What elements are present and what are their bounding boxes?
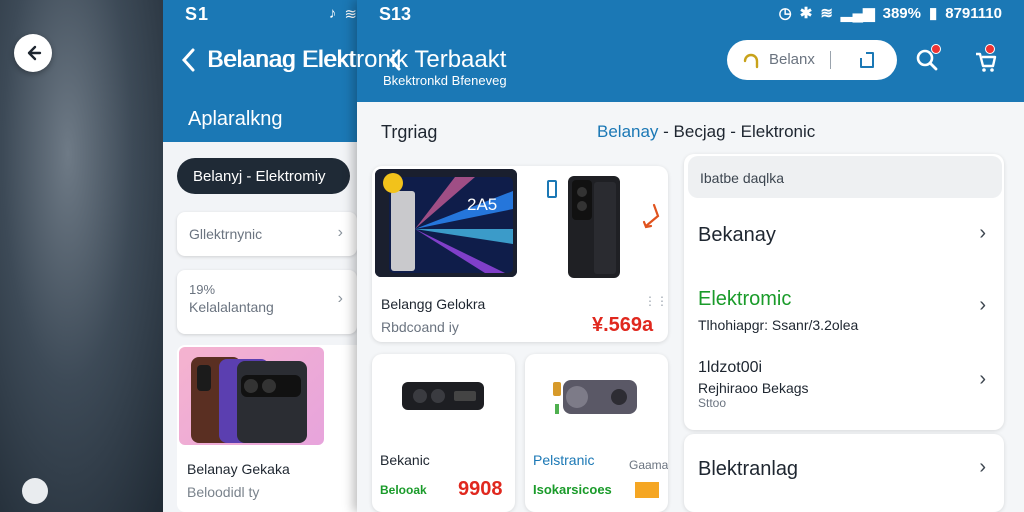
product-sub: Belooak bbox=[380, 483, 427, 497]
status-time: S13 bbox=[379, 4, 412, 24]
search-input[interactable]: Belanx bbox=[727, 40, 897, 80]
search-icon[interactable] bbox=[913, 44, 941, 74]
back-screen: S1 ♪ ≋ Belanag Elektronik Terbaakt Aplar… bbox=[163, 0, 363, 512]
lens-camera-image bbox=[553, 380, 637, 414]
product-name: Bekanic bbox=[380, 452, 430, 468]
product-sub: Isokarsicoes bbox=[533, 482, 612, 497]
bluetooth-icon: ✱ bbox=[799, 5, 813, 22]
featured-product-card[interactable]: 2A5 Belangg Gelokra Rbdcoand iy ¥.569a ⋮… bbox=[372, 166, 668, 342]
signal-icon: ▂▄▆ bbox=[840, 5, 875, 22]
chevron-right-icon: › bbox=[337, 224, 343, 241]
tablet-image: 2A5 bbox=[375, 169, 517, 277]
featured-product-sub: Rbdcoand iy bbox=[381, 319, 459, 335]
category-row-line2[interactable]: Rejhiraoo Bekags bbox=[698, 380, 809, 396]
category-row: Blektranlag bbox=[698, 458, 799, 480]
wifi-icon: ≋ bbox=[344, 6, 357, 23]
rotate-arrow-icon bbox=[642, 203, 660, 229]
category-panel: Ibatbe daqlka Bekanay › Elektromic Tlhoh… bbox=[684, 154, 1004, 430]
featured-product-name: Belangg Gelokra bbox=[381, 296, 486, 312]
breadcrumb-item[interactable]: Becjag bbox=[674, 122, 726, 141]
page-title: Belanag Elektronik Terbaakt bbox=[208, 46, 507, 73]
smartphone-image bbox=[568, 176, 620, 278]
chevron-right-icon: › bbox=[979, 368, 986, 390]
back-status-time: S1 bbox=[185, 4, 210, 24]
cart-badge bbox=[985, 44, 995, 54]
arrow-left-icon bbox=[27, 45, 42, 61]
back-card-1-label: Gllektrnynic bbox=[189, 226, 263, 242]
back-product-card[interactable]: Belanay Gekaka Beloodidl ty bbox=[177, 345, 363, 512]
section-title: Trgriag bbox=[381, 122, 438, 142]
tablet-screen-text: 2A5 bbox=[467, 195, 498, 214]
product-tag: Gaama bbox=[629, 458, 668, 472]
back-card-2[interactable]: 19% Kelalalantang › bbox=[177, 270, 357, 334]
search-divider bbox=[830, 51, 831, 69]
breadcrumb-separator: - bbox=[658, 122, 674, 141]
chevron-right-icon: › bbox=[979, 222, 986, 244]
back-button[interactable] bbox=[14, 34, 52, 72]
back-tab[interactable]: Aplaralkng bbox=[188, 108, 283, 131]
chevron-right-icon: › bbox=[337, 290, 343, 307]
breadcrumb: Belanay - Becjag - Elektronic bbox=[597, 122, 815, 142]
back-product-sub: Beloodidl ty bbox=[187, 484, 260, 500]
orange-badge bbox=[635, 482, 659, 498]
wifi-icon: ≋ bbox=[820, 5, 833, 22]
breadcrumb-item[interactable]: Elektronic bbox=[741, 122, 816, 141]
camera-image bbox=[402, 382, 484, 410]
status-clock: 8791110 bbox=[945, 4, 1002, 22]
category-row-line3: Sttoo bbox=[698, 396, 727, 410]
category-row-sub: Tlhohiapgr: Ssanr/3.2olea bbox=[698, 317, 859, 333]
info-icon: ⋮⋮ bbox=[644, 294, 668, 308]
background-blur bbox=[0, 0, 170, 512]
back-product-name: Belanay Gekaka bbox=[187, 461, 290, 477]
back-card-2-line2: Kelalalantang bbox=[189, 299, 274, 315]
alarm-icon: ◷ bbox=[778, 5, 792, 22]
battery-percent: 389% bbox=[882, 4, 921, 22]
back-category-chip[interactable]: Belanyj - Elektromiy bbox=[177, 158, 350, 194]
battery-icon: ▮ bbox=[928, 5, 938, 22]
category-row-line1: 1ldzot00i bbox=[698, 359, 763, 376]
product-card[interactable]: Pelstranic Isokarsicoes Gaama bbox=[525, 354, 668, 512]
product-price: 9908 bbox=[458, 478, 503, 500]
chevron-right-icon: › bbox=[979, 456, 986, 478]
home-indicator[interactable] bbox=[22, 478, 48, 504]
product-name: Pelstranic bbox=[533, 452, 595, 468]
phones-image bbox=[179, 347, 324, 445]
panel-search[interactable]: Ibatbe daqlka bbox=[688, 156, 1002, 198]
notification-badge bbox=[931, 44, 941, 54]
back-status-icons: ♪ ≋ bbox=[329, 5, 357, 23]
back-card-2-line1: 19% bbox=[189, 282, 216, 297]
search-placeholder: Belanx bbox=[769, 51, 815, 68]
category-card[interactable]: Blektranlag › bbox=[684, 434, 1004, 512]
back-card-1[interactable]: Gllektrnynic › bbox=[177, 212, 357, 256]
breadcrumb-separator: - bbox=[725, 122, 741, 141]
chevron-right-icon: › bbox=[979, 294, 986, 316]
cart-icon[interactable] bbox=[971, 44, 999, 74]
category-row[interactable]: Bekanay bbox=[698, 224, 776, 247]
breadcrumb-item[interactable]: Belanay bbox=[597, 122, 658, 141]
featured-price: ¥.569a bbox=[592, 314, 654, 336]
status-bar: ◷ ✱ ≋ ▂▄▆ 389% ▮ 8791110 bbox=[778, 4, 1002, 23]
doc-icon bbox=[547, 180, 557, 198]
panel-search-label: Ibatbe daqlka bbox=[700, 170, 785, 186]
page-subtitle: Bkektronkd Bfeneveg bbox=[383, 73, 507, 88]
back-chevron-icon[interactable] bbox=[179, 46, 199, 74]
share-icon[interactable] bbox=[857, 50, 877, 70]
hook-icon bbox=[743, 53, 759, 69]
category-row[interactable]: Elektromic bbox=[698, 288, 791, 311]
product-card[interactable]: Bekanic Belooak 9908 bbox=[372, 354, 515, 512]
mute-icon: ♪ bbox=[328, 5, 337, 22]
